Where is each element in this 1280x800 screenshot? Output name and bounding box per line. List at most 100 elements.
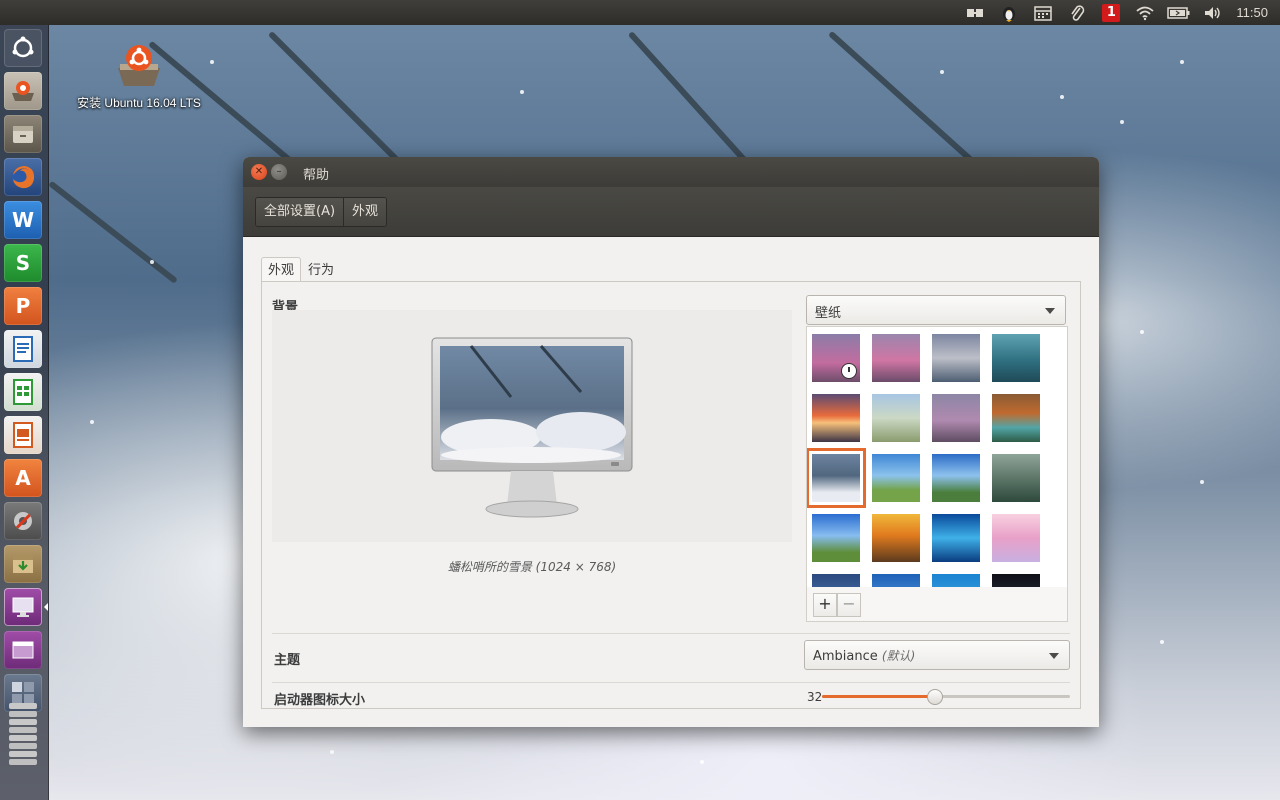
calendar-icon[interactable] [1026,0,1060,25]
launcher: W S P A [0,25,49,800]
impress-doc-icon [13,422,33,448]
wrench-icon [14,512,32,530]
slider-fill [822,695,934,698]
wallpaper-thumb[interactable] [872,334,920,382]
ubuntu-installer-button[interactable] [4,72,42,110]
appearance-pane: 背景 蟠松哨所的雪景 (1024 × 768) 壁纸 + − 主题 Ambian… [261,281,1081,709]
theme-value: Ambiance [813,649,878,664]
workspace-icon [12,641,34,659]
close-icon: ✕ [254,166,264,177]
wallpaper-grid[interactable] [806,326,1068,588]
system-settings-button[interactable] [4,502,42,540]
launcher-icon-size-label: 启动器图标大小 [274,693,366,708]
wallpaper-thumb[interactable] [932,574,980,587]
installer-icon [12,81,34,101]
wallpaper-thumb[interactable] [812,334,860,382]
breadcrumb: 全部设置(A) 外观 [255,197,388,227]
active-window-indicator [44,603,48,611]
chevron-down-icon [1049,653,1059,659]
theme-label: 主题 [274,653,301,668]
software-center-icon: A [15,466,31,490]
paperclip-icon[interactable] [1060,0,1094,25]
wallpaper-source-combo[interactable]: 壁纸 [806,295,1066,325]
launcher-icon-size-value: 32 [807,690,823,704]
wallpaper-thumb[interactable] [872,394,920,442]
archive-manager-button[interactable] [4,545,42,583]
remove-wallpaper-button[interactable]: − [837,593,861,617]
tab-behavior[interactable]: 行为 [301,257,341,284]
libreoffice-writer-button[interactable] [4,330,42,368]
trash-stack-icon [9,703,37,765]
desktop-install-ubuntu-icon[interactable]: 安装 Ubuntu 16.04 LTS [64,40,214,111]
clock[interactable]: 11:50 [1230,5,1280,20]
chevron-down-icon [1045,308,1055,314]
wallpaper-thumb[interactable] [812,514,860,562]
wallpaper-thumb-selected[interactable] [807,448,866,508]
theme-combo[interactable]: Ambiance (默认) [804,640,1070,670]
tab-appearance[interactable]: 外观 [261,257,302,284]
appearance-settings-button[interactable] [4,588,42,626]
trash-button[interactable] [4,703,42,765]
window-toolbar: 全部设置(A) 外观 [243,187,1099,237]
theme-combo-text: Ambiance (默认) [813,647,915,664]
monitor-preview-icon [431,337,633,519]
battery-icon[interactable] [1162,0,1196,25]
minimize-window-button[interactable]: – [271,164,287,180]
wps-presentation-icon: P [15,294,31,318]
ubuntu-logo-icon [12,36,34,58]
workspace-switcher-button[interactable] [4,631,42,669]
wallpaper-thumb[interactable] [992,334,1040,382]
wallpaper-grid-toolbar: + − [806,587,1068,622]
wps-writer-button[interactable]: W [4,201,42,239]
wallpaper-preview [272,310,792,542]
writer-doc-icon [13,336,33,362]
archive-icon [13,555,33,573]
firefox-icon [12,166,35,189]
breadcrumb-appearance[interactable]: 外观 [343,198,387,226]
wps-presentation-button[interactable]: P [4,287,42,325]
wallpaper-thumb[interactable] [932,334,980,382]
close-window-button[interactable]: ✕ [251,164,267,180]
wallpaper-thumb[interactable] [932,394,980,442]
wallpaper-thumb[interactable] [812,394,860,442]
wallpaper-thumb[interactable] [812,574,860,587]
wps-spreadsheets-button[interactable]: S [4,244,42,282]
ubuntu-software-button[interactable]: A [4,459,42,497]
wallpaper-caption: 蟠松哨所的雪景 (1024 × 768) [447,560,617,574]
minimize-icon: – [276,166,282,177]
libreoffice-calc-button[interactable] [4,373,42,411]
window-title: 帮助 [303,168,330,183]
volume-icon[interactable] [1196,0,1230,25]
wallpaper-thumb[interactable] [932,454,980,502]
divider [272,682,1070,683]
firefox-button[interactable] [4,158,42,196]
wallpaper-thumb[interactable] [992,514,1040,562]
add-wallpaper-button[interactable]: + [813,593,837,617]
transfer-icon[interactable] [958,0,992,25]
files-icon [13,126,33,143]
files-button[interactable] [4,115,42,153]
wallpaper-thumb[interactable] [992,394,1040,442]
tux-icon[interactable] [992,0,1026,25]
libreoffice-impress-button[interactable] [4,416,42,454]
wps-writer-icon: W [11,208,35,232]
top-panel: 1 11:50 [0,0,1280,25]
install-ubuntu-icon [114,40,164,90]
wallpaper-thumb[interactable] [872,514,920,562]
wps-spreadsheets-icon: S [15,251,31,275]
wallpaper-thumb[interactable] [992,574,1040,587]
settings-window: ✕ – 帮助 全部设置(A) 外观 外观 行为 背景 蟠松哨所的雪景 (1024… [243,157,1099,727]
window-titlebar[interactable]: ✕ – 帮助 [243,157,1099,187]
slider-handle[interactable] [926,689,943,705]
launcher-icon-size-slider[interactable] [822,689,1070,705]
wallpaper-thumb[interactable] [932,514,980,562]
breadcrumb-all-settings[interactable]: 全部设置(A) [256,198,344,226]
wifi-icon[interactable] [1128,0,1162,25]
ubuntu-dash-button[interactable] [4,29,42,67]
desktop-icon-label: 安装 Ubuntu 16.04 LTS [77,96,201,110]
notification-badge[interactable]: 1 [1094,0,1128,25]
wallpaper-thumb[interactable] [992,454,1040,502]
notification-count: 1 [1102,3,1121,22]
wallpaper-thumb[interactable] [872,454,920,502]
wallpaper-thumb[interactable] [872,574,920,587]
